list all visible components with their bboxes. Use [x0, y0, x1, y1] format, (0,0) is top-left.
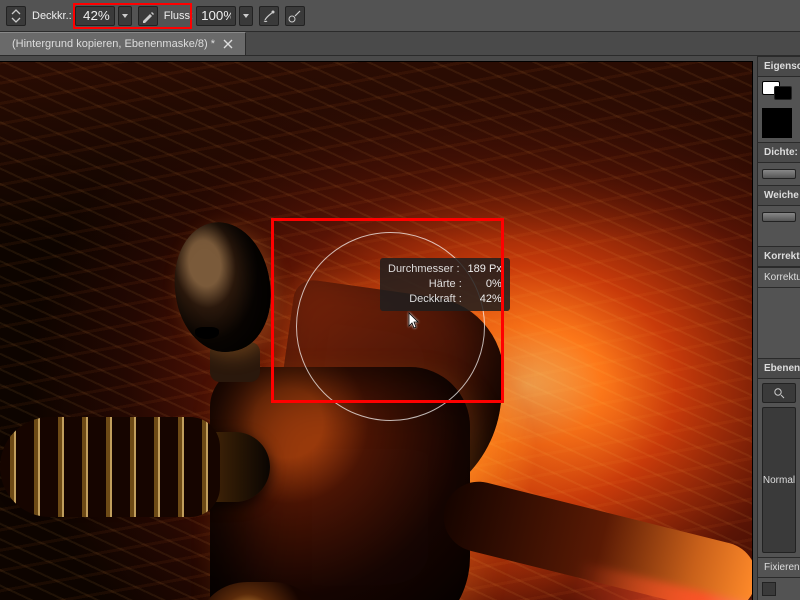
airbrush-icon	[261, 8, 277, 24]
airbrush-button[interactable]	[259, 6, 279, 26]
feather-slider[interactable]	[762, 212, 796, 222]
flow-dropdown[interactable]	[239, 6, 253, 26]
flow-label: Fluss:	[164, 10, 193, 22]
updown-icon	[8, 8, 24, 24]
pen-size-icon	[287, 8, 303, 24]
panel-label-density: Dichte:	[758, 142, 800, 163]
canvas[interactable]: Durchmesser : 189 Px Härte : 0% Deckkraft …	[0, 62, 752, 600]
mouse-cursor	[408, 312, 422, 330]
blend-mode-label: Normal	[763, 475, 795, 486]
chevron-down-icon	[122, 14, 128, 18]
flow-input[interactable]	[196, 6, 236, 26]
panel-label-feather: Weiche Kante:	[758, 185, 800, 206]
mask-preview[interactable]	[762, 108, 792, 138]
figure-mouth	[195, 327, 219, 339]
hud-hardness-value: 0%	[470, 277, 502, 292]
dropdown-button[interactable]	[6, 6, 26, 26]
chevron-down-icon	[243, 14, 249, 18]
document-tab[interactable]: (Hintergrund kopieren, Ebenenmaske/8) *	[0, 32, 246, 55]
opacity-group: Deckkr.:	[32, 6, 132, 26]
pen-pressure-icon	[140, 8, 156, 24]
opacity-dropdown[interactable]	[118, 6, 132, 26]
blend-mode-select[interactable]: Normal	[762, 407, 796, 553]
layer-filter-search[interactable]	[762, 383, 796, 403]
lock-checkbox[interactable]	[762, 582, 776, 596]
panel-header-properties[interactable]: Eigenschaften	[758, 56, 800, 77]
pressure-opacity-button[interactable]	[138, 6, 158, 26]
density-slider[interactable]	[762, 169, 796, 179]
opacity-input[interactable]	[75, 6, 115, 26]
figure-gauntlet	[0, 417, 220, 517]
figure-head	[166, 216, 278, 358]
panel-header-layers[interactable]: Ebenen	[758, 358, 800, 379]
brush-hud: Durchmesser : 189 Px Härte : 0% Deckkraft …	[380, 258, 510, 311]
hud-diameter-label: Durchmesser :	[388, 262, 460, 277]
hud-opacity-label: Deckkraft :	[409, 292, 462, 307]
panel-label-correction: Korrektur	[758, 267, 800, 288]
cursor-icon	[408, 312, 422, 330]
mask-icon[interactable]	[774, 86, 792, 100]
panel-label-lock: Fixieren:	[758, 557, 800, 578]
pressure-size-button[interactable]	[285, 6, 305, 26]
hud-hardness-label: Härte :	[429, 277, 462, 292]
panel-header-corrections[interactable]: Korrekturen	[758, 246, 800, 267]
document-tabs: (Hintergrund kopieren, Ebenenmaske/8) *	[0, 32, 800, 56]
close-icon[interactable]	[223, 39, 233, 49]
workspace: Durchmesser : 189 Px Härte : 0% Deckkraft …	[0, 56, 800, 600]
opacity-label: Deckkr.:	[32, 10, 72, 22]
search-icon	[773, 387, 785, 399]
canvas-area: Durchmesser : 189 Px Härte : 0% Deckkraft …	[0, 56, 757, 600]
right-panel: Eigenschaften Dichte: Weiche Kante: Korr…	[757, 56, 800, 600]
properties-icons	[758, 77, 800, 104]
options-bar: Deckkr.: Fluss:	[0, 0, 800, 32]
hud-opacity-value: 42%	[470, 292, 502, 307]
flow-group: Fluss:	[164, 6, 253, 26]
hud-diameter-value: 189 Px	[468, 262, 502, 277]
document-tab-title: (Hintergrund kopieren, Ebenenmaske/8) *	[12, 38, 215, 50]
